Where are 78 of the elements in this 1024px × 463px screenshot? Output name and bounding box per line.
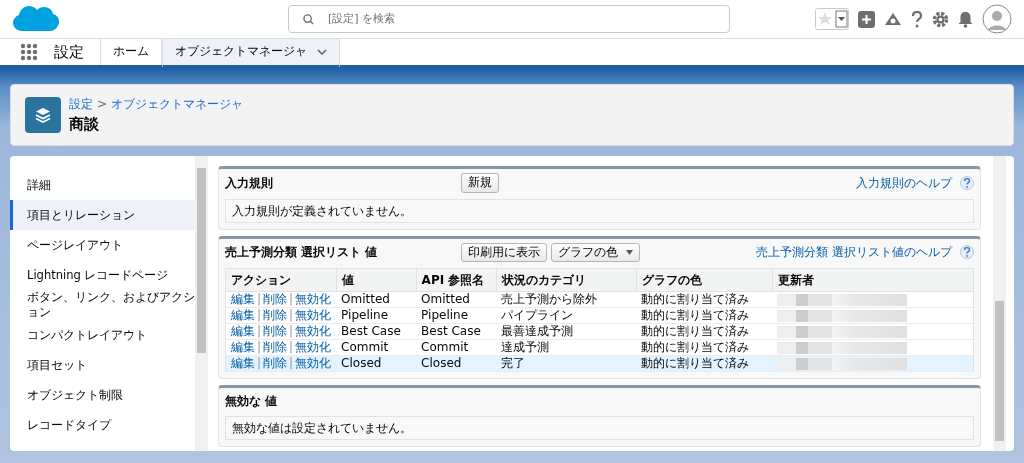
action-link[interactable]: 編集 (231, 356, 255, 371)
add-icon[interactable] (858, 10, 875, 28)
app-name: 設定 (53, 41, 85, 63)
sidebar-item[interactable]: コンパクトレイアウト (10, 320, 195, 350)
table-row[interactable]: 編集 | 削除 | 無効化 Omitted Omitted 売上予測から除外 動的に割り当て済み (225, 291, 974, 308)
sidebar-item[interactable]: Lightning レコードページ (10, 260, 195, 290)
breadcrumb-separator: > (97, 95, 108, 113)
help-link[interactable]: 入力規則のヘルプ (856, 173, 952, 192)
chart-color-dropdown[interactable]: グラフの色 (551, 242, 640, 263)
content-scrollbar[interactable] (993, 156, 1006, 451)
action-link[interactable]: 削除 (263, 308, 288, 323)
action-link[interactable]: 無効化 (295, 308, 332, 323)
search-icon (303, 13, 314, 25)
sidebar-item[interactable]: レコードタイプ (10, 410, 195, 440)
nav-tab[interactable]: オブジェクトマネージャ (162, 39, 340, 68)
sidebar-item[interactable]: オブジェクト制限 (10, 380, 195, 410)
page-title: 商談 (69, 113, 100, 135)
sidebar-item[interactable]: 項目セット (10, 350, 195, 380)
sidebar-scrollbar[interactable] (195, 156, 208, 451)
empty-message: 入力規則が定義されていません。 (225, 198, 974, 223)
settings-icon[interactable] (932, 10, 949, 28)
link-separator: | (256, 292, 263, 307)
action-link[interactable]: 編集 (231, 292, 255, 307)
action-link[interactable]: 無効化 (295, 340, 332, 355)
sidebar-item[interactable]: ページレイアウト (10, 230, 195, 260)
link-separator: | (256, 340, 263, 355)
section-title: 売上予測分類 選択リスト 値 (225, 244, 379, 262)
section-title: 無効な 値 (225, 393, 279, 411)
sidebar-item[interactable]: 項目とリレーション (10, 200, 195, 230)
table-row[interactable]: 編集 | 削除 | 無効化 Commit Commit 達成予測 動的に割り当て済み (225, 339, 974, 356)
empty-message: 無効な値は設定されていません。 (225, 416, 974, 441)
action-link[interactable]: 削除 (263, 356, 288, 371)
action-link[interactable]: 編集 (231, 340, 255, 355)
sidebar-item[interactable]: ボタン、リンク、およびアクション (10, 290, 195, 320)
link-separator: | (288, 356, 295, 371)
dropdown-arrow-icon (626, 249, 633, 255)
help-icon[interactable] (911, 10, 923, 28)
help-icon[interactable] (960, 175, 974, 190)
link-separator: | (288, 324, 295, 339)
column-header: アクション (225, 268, 337, 292)
table-row[interactable]: 編集 | 削除 | 無効化 Pipeline Pipeline パイプライン 動的に割り当て済み (225, 307, 974, 324)
link-separator: | (288, 292, 295, 307)
column-header: 更新者 (772, 268, 974, 292)
action-link[interactable]: 編集 (231, 308, 255, 323)
column-header: グラフの色 (636, 268, 773, 292)
link-separator: | (288, 308, 295, 323)
action-link[interactable]: 削除 (263, 324, 288, 339)
column-header: 状況のカテゴリ (496, 268, 637, 292)
notification-bell-icon[interactable] (958, 10, 973, 28)
action-link[interactable]: 無効化 (295, 324, 332, 339)
link-separator: | (256, 356, 263, 371)
link-separator: | (288, 340, 295, 355)
action-link[interactable]: 削除 (263, 340, 288, 355)
layers-icon (25, 97, 61, 133)
search-placeholder: [設定] を検索 (328, 10, 396, 27)
search-field[interactable]: [設定] を検索 (288, 5, 730, 33)
action-link[interactable]: 編集 (231, 324, 255, 339)
table-row[interactable]: 編集 | 削除 | 無効化 Closed Closed 完了 動的に割り当て済み (225, 355, 974, 372)
breadcrumb-link[interactable]: 設定 (69, 94, 93, 113)
printable-view-button[interactable]: 印刷用に表示 (461, 242, 547, 263)
link-separator: | (256, 308, 263, 323)
sidebar-item[interactable]: 詳細 (10, 170, 195, 200)
breadcrumb-link[interactable]: オブジェクトマネージャ (111, 94, 244, 113)
action-link[interactable]: 無効化 (295, 292, 332, 307)
column-header: 値 (336, 268, 417, 292)
help-icon[interactable] (960, 245, 974, 260)
help-link[interactable]: 売上予測分類 選択リスト値のヘルプ (756, 243, 952, 262)
column-header: API 参照名 (416, 268, 497, 292)
table-row[interactable]: 編集 | 削除 | 無効化 Best Case Best Case 最善達成予測 動的に割り当て済み (225, 323, 974, 340)
section-title: 入力規則 (225, 174, 274, 192)
action-link[interactable]: 削除 (263, 292, 288, 307)
favorite-star-button[interactable] (815, 8, 849, 30)
new-button[interactable]: 新規 (461, 173, 499, 193)
user-avatar[interactable] (982, 4, 1012, 34)
link-separator: | (256, 324, 263, 339)
app-launcher-icon[interactable] (20, 43, 38, 61)
chevron-down-icon[interactable] (317, 49, 327, 55)
action-link[interactable]: 無効化 (295, 356, 332, 371)
